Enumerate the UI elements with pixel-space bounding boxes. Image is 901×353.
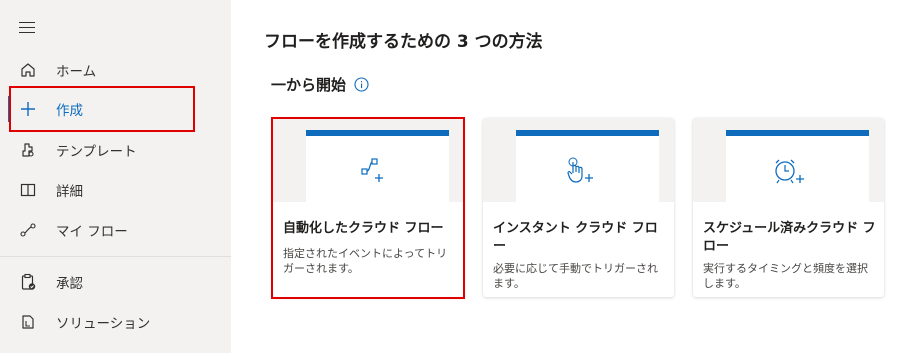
- card-title: インスタント クラウド フロー: [493, 221, 658, 254]
- sidebar-item-learn[interactable]: 詳細: [0, 170, 231, 210]
- card-title: スケジュール済みクラウド フロー: [703, 221, 876, 254]
- card-scheduled-flow[interactable]: スケジュール済みクラウド フロー 実行するタイミングと頻度を選択します。: [693, 118, 884, 297]
- section-title-text: 一から開始: [271, 76, 347, 94]
- sidebar-item-label: 承認: [56, 276, 83, 292]
- card-instant-flow[interactable]: インスタント クラウド フロー 必要に応じて手動でトリガーされます。: [483, 118, 674, 297]
- info-icon[interactable]: [354, 77, 369, 92]
- sidebar-item-label: 詳細: [56, 184, 83, 200]
- sidebar-item-templates[interactable]: テンプレート: [0, 130, 231, 170]
- sidebar-item-home[interactable]: ホーム: [0, 50, 231, 90]
- sidebar-item-solutions[interactable]: ソリューション: [0, 302, 231, 342]
- active-indicator: [8, 96, 10, 122]
- sidebar-item-label: ソリューション: [56, 316, 151, 332]
- flow-icon: [18, 220, 38, 240]
- sidebar-item-label: テンプレート: [56, 144, 137, 160]
- templates-icon: [18, 140, 38, 160]
- sidebar-item-label: 作成: [56, 103, 83, 119]
- page-title: フローを作成するための 3 つの方法: [264, 32, 543, 52]
- hamburger-menu-icon[interactable]: [19, 22, 35, 34]
- section-title: 一から開始: [271, 74, 369, 95]
- sidebar-item-my-flows[interactable]: マイ フロー: [0, 210, 231, 250]
- plus-icon: [18, 99, 38, 119]
- sidebar-item-approvals[interactable]: 承認: [0, 262, 231, 302]
- book-icon: [18, 180, 38, 200]
- sidebar-item-create[interactable]: 作成: [0, 89, 231, 129]
- alarm-clock-icon: [775, 159, 804, 184]
- card-description: 指定されたイベントによってトリガーされます。: [283, 247, 448, 275]
- sidebar-item-label: マイ フロー: [56, 224, 128, 240]
- divider: [0, 256, 231, 257]
- automated-flow-icon: [361, 158, 383, 182]
- touch-hand-icon: [567, 157, 593, 183]
- home-icon: [18, 60, 38, 80]
- approvals-icon: [18, 272, 38, 292]
- sidebar-item-label: ホーム: [56, 64, 97, 80]
- card-description: 必要に応じて手動でトリガーされます。: [493, 262, 658, 290]
- sidebar: ホーム 作成 テンプレート 詳細 マイ フロー 承認 ソリューション: [0, 0, 231, 353]
- card-title: 自動化したクラウド フロー: [283, 221, 444, 236]
- solutions-icon: [18, 312, 38, 332]
- card-description: 実行するタイミングと頻度を選択します。: [703, 262, 868, 290]
- card-automated-flow[interactable]: 自動化したクラウド フロー 指定されたイベントによってトリガーされます。: [273, 118, 464, 297]
